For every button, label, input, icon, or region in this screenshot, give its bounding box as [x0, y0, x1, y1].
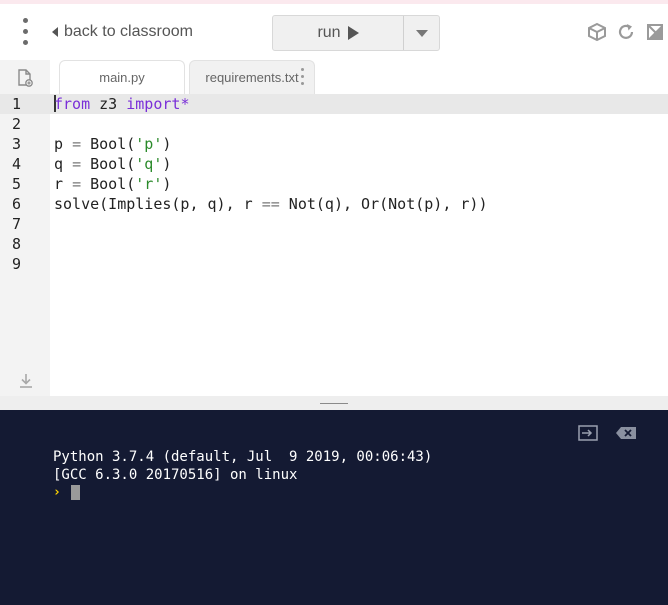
line-number: 5: [12, 175, 22, 193]
package-icon[interactable]: [587, 22, 607, 42]
console-output: Python 3.7.4 (default, Jul 9 2019, 00:06…: [53, 448, 432, 484]
header-bar: back to classroom run: [0, 4, 668, 60]
expand-console-icon[interactable]: [577, 424, 599, 442]
collapse-icon[interactable]: [645, 22, 665, 42]
grip-line: [320, 403, 348, 404]
kebab-menu-icon[interactable]: [16, 18, 34, 46]
code-line: r = Bool('r'): [54, 175, 172, 193]
console-cursor: [70, 485, 80, 500]
pane-resize-handle[interactable]: [0, 396, 668, 410]
file-tabs: main.py requirements.txt: [50, 60, 668, 94]
code-line: solve(Implies(p, q), r == Not(q), Or(Not…: [54, 195, 488, 213]
tab-label: requirements.txt: [205, 70, 299, 85]
line-number: 6: [12, 195, 22, 213]
tab-label: main.py: [99, 70, 145, 85]
tab-requirements-txt[interactable]: requirements.txt: [189, 60, 315, 94]
tab-main-py[interactable]: main.py: [59, 60, 185, 94]
run-control: run: [272, 15, 440, 51]
back-to-classroom-link[interactable]: back to classroom: [52, 22, 193, 42]
run-label: run: [317, 24, 341, 41]
line-number: 3: [12, 135, 22, 153]
new-file-icon[interactable]: [17, 69, 33, 87]
tab-menu-icon[interactable]: [301, 68, 304, 86]
code-line: p = Bool('p'): [54, 135, 172, 153]
console-prompt[interactable]: ›: [53, 485, 80, 500]
run-options-dropdown[interactable]: [404, 16, 439, 50]
line-number: 8: [12, 235, 22, 253]
console-panel[interactable]: Python 3.7.4 (default, Jul 9 2019, 00:06…: [0, 410, 668, 605]
refresh-icon[interactable]: [616, 22, 636, 42]
code-editor[interactable]: from z3 import* p = Bool('p') q = Bool('q'…: [50, 94, 668, 274]
line-number: 4: [12, 155, 22, 173]
line-number: 9: [12, 255, 22, 273]
code-line: from z3 import*: [50, 94, 668, 114]
line-number: 7: [12, 215, 22, 233]
play-icon: [347, 26, 359, 40]
clear-console-icon[interactable]: [615, 426, 637, 440]
line-number-gutter: 1 2 3 4 5 6 7 8 9: [0, 94, 50, 274]
run-button[interactable]: run: [273, 16, 404, 50]
prompt-chevron-icon: ›: [53, 485, 61, 500]
code-line: q = Bool('q'): [54, 155, 172, 173]
console-line: [GCC 6.3.0 20170516] on linux: [53, 467, 298, 483]
line-number: 2: [12, 115, 22, 133]
console-line: Python 3.7.4 (default, Jul 9 2019, 00:06…: [53, 449, 433, 465]
download-icon[interactable]: [17, 372, 35, 390]
back-label: back to classroom: [64, 23, 193, 40]
caret-left-icon: [52, 27, 58, 37]
chevron-down-icon: [415, 29, 428, 37]
line-number: 1: [0, 94, 50, 114]
